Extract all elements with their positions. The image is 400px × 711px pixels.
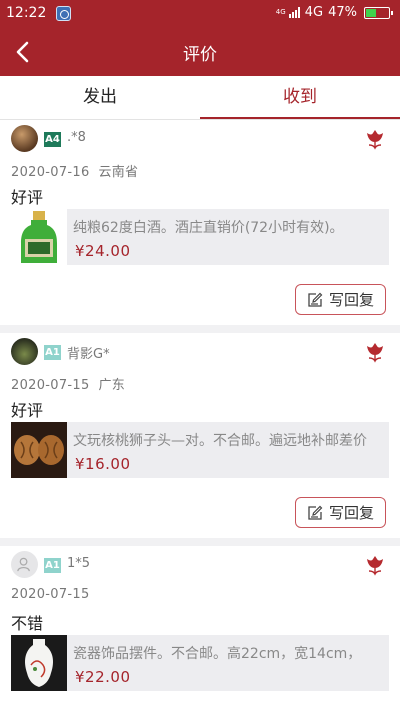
avatar[interactable] — [11, 125, 38, 152]
username: 背影G* — [67, 347, 110, 362]
liquor-bottle-image — [21, 211, 57, 263]
rating-text: 不错 — [11, 614, 44, 633]
tab-bar: 发出 收到 — [0, 76, 400, 120]
edit-icon — [308, 505, 323, 520]
product-price: ¥24.00 — [75, 242, 131, 260]
review-location: 广东 — [98, 378, 126, 393]
product-image[interactable] — [11, 635, 67, 691]
tab-sent[interactable]: 发出 — [0, 76, 200, 120]
battery-percent: 47% — [328, 5, 357, 20]
level-badge: A1 — [44, 345, 61, 360]
edit-icon — [308, 292, 323, 307]
review-date: 2020-07-15 — [11, 378, 90, 393]
status-indicators: 4G 4G 47% — [275, 5, 393, 20]
flower-icon — [367, 130, 383, 150]
battery-icon — [364, 6, 393, 19]
product-name: 文玩核桃狮子头—对。不合邮。遍远地补邮差价 — [73, 433, 367, 449]
review-card: A1 1*5 2020-07-15 不错 瓷器饰品摆件。不合邮。高22cm，宽1… — [0, 546, 400, 711]
status-time: 12:22 — [6, 5, 47, 21]
nav-bar: 评价 — [0, 28, 400, 76]
vase-image — [11, 635, 67, 691]
flower-icon — [367, 556, 383, 576]
review-location: 云南省 — [98, 165, 139, 180]
product-price: ¥16.00 — [75, 455, 131, 473]
status-bar: 12:22 4G 4G 47% — [0, 0, 400, 28]
product-name: 纯粮62度白酒。酒庄直销价(72小时有效)。 — [73, 220, 344, 236]
reply-label: 写回复 — [328, 291, 374, 309]
default-user-icon — [17, 557, 30, 572]
network-label: 4G — [304, 5, 324, 20]
product-link[interactable]: 纯粮62度白酒。酒庄直销价(72小时有效)。 ¥24.00 — [67, 209, 389, 265]
product-image[interactable] — [11, 209, 67, 265]
product-price: ¥22.00 — [75, 668, 131, 686]
page-title: 评价 — [183, 45, 217, 65]
review-meta: 2020-07-15 — [11, 587, 90, 602]
reply-label: 写回复 — [328, 504, 374, 522]
review-date: 2020-07-15 — [11, 587, 90, 602]
rating-text: 好评 — [11, 188, 44, 207]
product-link[interactable]: 文玩核桃狮子头—对。不合邮。遍远地补邮差价 ¥16.00 — [67, 422, 389, 478]
level-badge: A4 — [44, 132, 61, 147]
tab-received[interactable]: 收到 — [200, 76, 400, 120]
level-badge: A1 — [44, 558, 61, 573]
write-reply-button[interactable]: 写回复 — [295, 284, 386, 315]
username: 1*5 — [67, 556, 91, 571]
username: .*8 — [67, 130, 86, 145]
active-tab-indicator — [200, 117, 400, 119]
rating-text: 好评 — [11, 401, 44, 420]
review-meta: 2020-07-16 云南省 — [11, 161, 138, 180]
avatar[interactable] — [11, 338, 38, 365]
app-notification-icon — [56, 6, 71, 21]
write-reply-button[interactable]: 写回复 — [295, 497, 386, 528]
network-type-tag: 4G — [275, 8, 286, 16]
product-name: 瓷器饰品摆件。不合邮。高22cm，宽14cm， — [73, 646, 362, 662]
signal-icon — [288, 7, 300, 18]
battery-level — [366, 8, 376, 17]
walnut-image — [11, 422, 67, 478]
avatar[interactable] — [11, 551, 38, 578]
review-card: A4 .*8 2020-07-16 云南省 好评 纯粮62度白酒。酒庄直销价(7… — [0, 120, 400, 325]
review-meta: 2020-07-15 广东 — [11, 374, 125, 393]
flower-icon — [367, 343, 383, 363]
review-card: A1 背影G* 2020-07-15 广东 好评 文玩核桃狮子头—对。不合邮。遍… — [0, 333, 400, 538]
product-link[interactable]: 瓷器饰品摆件。不合邮。高22cm，宽14cm， ¥22.00 — [67, 635, 389, 691]
product-image[interactable] — [11, 422, 67, 478]
review-date: 2020-07-16 — [11, 165, 90, 180]
